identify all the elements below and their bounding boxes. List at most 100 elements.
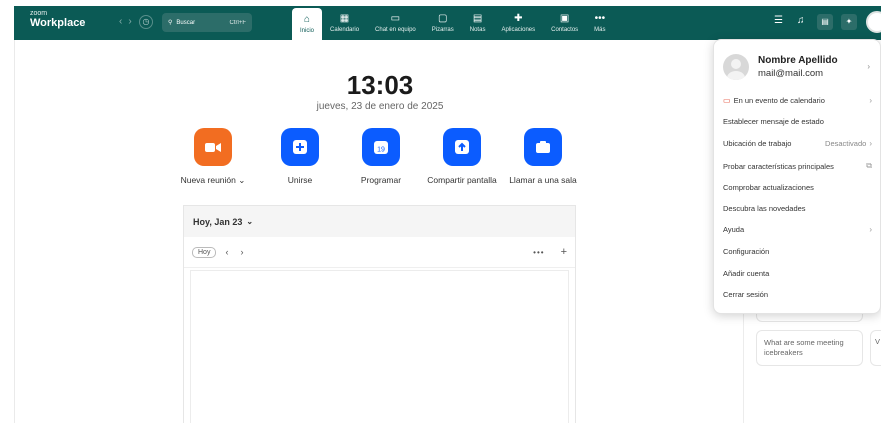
window-icon[interactable]: ▤ <box>817 14 833 30</box>
tab-mas[interactable]: ••• Más <box>586 6 613 40</box>
chat-icon: ▭ <box>390 12 401 24</box>
call-room-button[interactable]: Llamar a una sala <box>498 128 588 185</box>
tab-label: Calendario <box>330 26 360 33</box>
external-link-icon: ⧉ <box>866 161 872 170</box>
tab-label: Contactos <box>551 26 579 33</box>
menu-item-label: Descubra las novedades <box>723 204 806 213</box>
ai-companion-icon[interactable]: ☰ <box>774 15 783 26</box>
tab-inicio[interactable]: ⌂ Inicio <box>292 8 323 40</box>
apps-icon: ✚ <box>514 12 523 24</box>
chevron-down-icon[interactable]: ⌄ <box>238 175 245 185</box>
menu-item-label: Ubicación de trabajo <box>723 139 792 148</box>
chevron-down-icon: ⌄ <box>246 217 254 226</box>
sparkle-icon[interactable]: ✦ <box>841 14 857 30</box>
video-icon <box>194 128 232 166</box>
clock-date: jueves, 23 de enero de 2025 <box>316 101 444 112</box>
calendar-date-selector[interactable]: Hoy, Jan 23 ⌄ <box>184 206 575 237</box>
avatar[interactable] <box>866 11 881 33</box>
profile-avatar <box>723 54 749 80</box>
join-icon <box>281 128 319 166</box>
suggestion-text: What are some meeting icebreakers <box>764 338 844 358</box>
menu-item-add-account[interactable]: Añadir cuenta <box>723 269 872 278</box>
action-label: Nueva reunión ⌄ <box>180 175 246 185</box>
today-button[interactable]: Hoy <box>192 246 217 258</box>
menu-item-sign-out[interactable]: Cerrar sesión <box>723 290 872 299</box>
history-icon[interactable]: ◷ <box>139 15 153 29</box>
menu-item-label: Comprobar actualizaciones <box>723 183 814 192</box>
calendar-date-label: Hoy, Jan 23 <box>193 216 243 227</box>
brand-name: Workplace <box>30 17 86 29</box>
profile-name: Nombre Apellido <box>758 55 838 66</box>
tab-pizarras[interactable]: ▢ Pizarras <box>424 6 462 40</box>
menu-item-label: Cerrar sesión <box>723 290 769 299</box>
calendar-icon: 19 <box>362 128 400 166</box>
menu-item-help[interactable]: Ayuda › <box>723 225 872 234</box>
add-event-icon[interactable]: + <box>561 246 567 258</box>
top-bar: zoom Workplace ‹› ◷ ⚲ Buscar Ctrl+F ⌂ In… <box>14 6 881 40</box>
menu-item-whats-new[interactable]: Descubra las novedades <box>723 204 872 213</box>
menu-item-try-features[interactable]: Probar características principales ⧉ <box>723 161 872 171</box>
share-screen-button[interactable]: Compartir pantalla <box>417 128 507 185</box>
menu-item-label: Establecer mensaje de estado <box>723 117 824 126</box>
back-forward-icon[interactable]: ‹› <box>119 16 138 27</box>
suggestion-card[interactable]: What are some meeting icebreakers <box>756 330 863 366</box>
calendar-toolbar: Hoy ‹ › ••• + <box>184 237 575 268</box>
tab-contactos[interactable]: ▣ Contactos <box>543 6 586 40</box>
tab-label: Chat en equipo <box>375 26 416 33</box>
search-input[interactable]: ⚲ Buscar Ctrl+F <box>162 13 252 32</box>
app-logo: zoom Workplace <box>30 10 85 29</box>
action-label: Programar <box>360 175 402 185</box>
calendar-status-icon: ▭ <box>723 96 731 105</box>
brand-small: zoom <box>30 10 48 17</box>
next-day-icon[interactable]: › <box>240 247 243 257</box>
tab-label: Pizarras <box>431 26 454 33</box>
whiteboard-icon: ▢ <box>438 12 448 24</box>
home-icon: ⌂ <box>303 13 311 25</box>
menu-item-work-location[interactable]: Ubicación de trabajo Desactivado › <box>723 139 872 148</box>
room-icon <box>524 128 562 166</box>
chevron-right-icon: › <box>869 225 872 234</box>
search-shortcut: Ctrl+F <box>229 19 247 26</box>
clock-time: 13:03 <box>346 70 414 100</box>
menu-item-label: Probar características principales <box>723 161 834 171</box>
menu-item-calendar-event[interactable]: ▭ En un evento de calendario › <box>723 96 872 105</box>
suggestion-text: V e <box>875 337 881 346</box>
suggestion-card[interactable]: V e <box>870 330 881 366</box>
chevron-right-icon: › <box>869 96 872 105</box>
tab-label: Más <box>594 26 606 33</box>
chevron-right-icon: › <box>869 139 872 148</box>
calendar-events-area <box>190 270 569 423</box>
chevron-right-icon[interactable]: › <box>867 62 870 71</box>
more-options-icon[interactable]: ••• <box>533 248 544 257</box>
notes-icon: ▤ <box>472 12 483 24</box>
menu-item-check-updates[interactable]: Comprobar actualizaciones <box>723 183 872 192</box>
search-label: Buscar <box>176 19 196 26</box>
menu-item-settings[interactable]: Configuración <box>723 247 872 256</box>
bell-icon[interactable]: ♫ <box>797 15 805 26</box>
search-icon: ⚲ <box>168 20 173 26</box>
calendar-icon: ▦ <box>339 12 350 24</box>
menu-item-label: En un evento de calendario <box>733 96 825 105</box>
main-tabs: ⌂ Inicio ▦ Calendario ▭ Chat en equipo ▢… <box>292 6 614 40</box>
action-label: Unirse <box>287 175 313 185</box>
tab-chat[interactable]: ▭ Chat en equipo <box>367 6 424 40</box>
share-icon <box>443 128 481 166</box>
action-label: Compartir pantalla <box>427 175 497 185</box>
menu-item-label: Añadir cuenta <box>723 269 770 278</box>
calendar-panel: Hoy, Jan 23 ⌄ Hoy ‹ › ••• + <box>183 205 576 423</box>
more-icon: ••• <box>594 12 606 24</box>
work-location-value: Desactivado <box>825 139 867 148</box>
prev-day-icon[interactable]: ‹ <box>225 247 228 257</box>
menu-item-label: Ayuda <box>723 225 745 234</box>
profile-menu: Nombre Apellido mail@mail.com › ▭ En un … <box>713 39 881 314</box>
tab-aplicaciones[interactable]: ✚ Aplicaciones <box>493 6 543 40</box>
tab-notas[interactable]: ▤ Notas <box>462 6 494 40</box>
join-button[interactable]: Unirse <box>255 128 345 185</box>
new-meeting-button[interactable]: Nueva reunión ⌄ <box>168 128 258 186</box>
svg-text:19: 19 <box>377 147 385 154</box>
tab-label: Notas <box>469 26 486 33</box>
profile-email: mail@mail.com <box>758 68 824 79</box>
schedule-button[interactable]: 19 Programar <box>336 128 426 185</box>
menu-item-status-message[interactable]: Establecer mensaje de estado <box>723 117 872 126</box>
tab-calendario[interactable]: ▦ Calendario <box>322 6 367 40</box>
